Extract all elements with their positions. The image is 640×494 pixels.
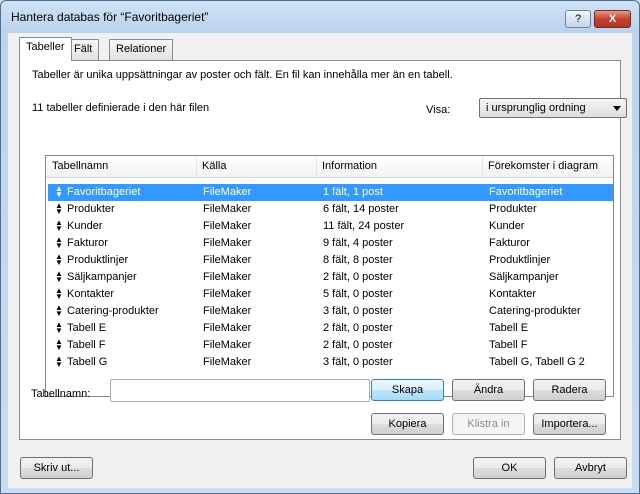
drag-handle-icon[interactable]: ▲ ▼ xyxy=(55,253,63,267)
table-row-source: FileMaker xyxy=(203,220,252,232)
table-name-input[interactable] xyxy=(110,379,370,402)
column-header-source[interactable]: Källa xyxy=(196,160,226,172)
table-row[interactable]: ▲ ▼ Fakturor FileMaker 9 fält, 4 poster Faktu… xyxy=(48,235,613,252)
table-name-label: Tabellnamn: xyxy=(31,388,91,400)
table-row-name: Tabell E xyxy=(67,322,107,334)
table-row-name: Säljkampanjer xyxy=(67,271,137,283)
table-row-information: 1 fält, 1 post xyxy=(323,186,383,198)
view-order-select[interactable]: i ursprunglig ordning xyxy=(479,98,627,118)
change-button[interactable]: Ändra xyxy=(452,379,525,401)
table-row[interactable]: ▲ ▼ Säljkampanjer FileMaker 2 fält, 0 poster… xyxy=(48,269,613,286)
table-row-information: 2 fält, 0 poster xyxy=(323,339,393,351)
table-row-name: Fakturor xyxy=(67,237,108,249)
drag-handle-icon[interactable]: ▲ ▼ xyxy=(55,185,63,199)
table-row-information: 9 fält, 4 poster xyxy=(323,237,393,249)
table-row[interactable]: ▲ ▼ Kunder FileMaker 11 fält, 24 poster Kunde… xyxy=(48,218,613,235)
table-row-name: Produktlinjer xyxy=(67,254,129,266)
view-label: Visa: xyxy=(426,104,451,116)
table-row-name: Kontakter xyxy=(67,288,115,300)
drag-handle-icon[interactable]: ▲ ▼ xyxy=(55,355,63,369)
delete-button[interactable]: Radera xyxy=(533,379,606,401)
table-row[interactable]: ▲ ▼ Produktlinjer FileMaker 8 fält, 8 poster… xyxy=(48,252,613,269)
table-count-text: 11 tabeller definierade i den här filen xyxy=(32,102,210,114)
table-row[interactable]: ▲ ▼ Tabell F FileMaker 2 fält, 0 poster Tabel… xyxy=(48,337,613,354)
table-row[interactable]: ▲ ▼ Tabell E FileMaker 2 fält, 0 poster Tabel… xyxy=(48,320,613,337)
table-row-information: 2 fält, 0 poster xyxy=(323,271,393,283)
table-row[interactable]: ▲ ▼ Kontakter FileMaker 5 fält, 0 poster Kont… xyxy=(48,286,613,303)
table-row-name: Tabell G xyxy=(67,356,108,368)
table-row-source: FileMaker xyxy=(203,237,252,249)
view-order-value: i ursprunglig ordning xyxy=(486,102,586,114)
chevron-down-icon xyxy=(613,106,621,111)
table-row-occurrences: Tabell G, Tabell G 2 xyxy=(489,356,585,368)
create-button[interactable]: Skapa xyxy=(371,379,444,401)
table-row-source: FileMaker xyxy=(203,305,252,317)
paste-button[interactable]: Klistra in xyxy=(452,413,525,435)
table-row-occurrences: Produkter xyxy=(489,203,537,215)
table-row-occurrences: Produktlinjer xyxy=(489,254,551,266)
table-row-source: FileMaker xyxy=(203,288,252,300)
title-bar[interactable]: Hantera databas för “Favoritbageriet” ? … xyxy=(1,1,639,33)
copy-button[interactable]: Kopiera xyxy=(371,413,444,435)
table-row-occurrences: Kontakter xyxy=(489,288,537,300)
table-row-source: FileMaker xyxy=(203,322,252,334)
table-row-occurrences: Kunder xyxy=(489,220,525,232)
tab-relationer[interactable]: Relationer xyxy=(109,39,174,60)
table-row-source: FileMaker xyxy=(203,339,252,351)
table-row-occurrences: Säljkampanjer xyxy=(489,271,559,283)
column-header-name[interactable]: Tabellnamn xyxy=(46,160,108,172)
tab-falt[interactable]: Fält xyxy=(67,39,100,60)
print-button[interactable]: Skriv ut... xyxy=(20,457,93,479)
tab-tabeller[interactable]: Tabeller xyxy=(19,37,72,61)
drag-handle-icon[interactable]: ▲ ▼ xyxy=(55,236,63,250)
table-row-source: FileMaker xyxy=(203,271,252,283)
table-row-information: 5 fält, 0 poster xyxy=(323,288,393,300)
table-row-information: 2 fält, 0 poster xyxy=(323,322,393,334)
dialog-window: Hantera databas för “Favoritbageriet” ? … xyxy=(0,0,640,494)
table-row-source: FileMaker xyxy=(203,254,252,266)
tables-list[interactable]: Tabellnamn Källa Information Förekomster… xyxy=(45,155,614,397)
drag-handle-icon[interactable]: ▲ ▼ xyxy=(55,270,63,284)
help-button[interactable]: ? xyxy=(565,10,591,28)
column-header-occurrences[interactable]: Förekomster i diagram xyxy=(482,160,598,172)
table-row-information: 3 fält, 0 poster xyxy=(323,305,393,317)
drag-handle-icon[interactable]: ▲ ▼ xyxy=(55,219,63,233)
table-row[interactable]: ▲ ▼ Tabell G FileMaker 3 fält, 0 poster Tabel… xyxy=(48,354,613,371)
table-row-occurrences: Favoritbageriet xyxy=(489,186,563,198)
table-row-occurrences: Tabell E xyxy=(489,322,529,334)
table-row-name: Tabell F xyxy=(67,339,106,351)
table-row-information: 3 fält, 0 poster xyxy=(323,356,393,368)
column-header-information[interactable]: Information xyxy=(316,160,377,172)
cancel-button[interactable]: Avbryt xyxy=(554,457,627,479)
ok-button[interactable]: OK xyxy=(473,457,546,479)
table-row-source: FileMaker xyxy=(203,203,252,215)
table-row-occurrences: Tabell F xyxy=(489,339,528,351)
panel-description: Tabeller är unika uppsättningar av poste… xyxy=(32,69,453,81)
import-button[interactable]: Importera... xyxy=(533,413,606,435)
table-row-name: Kunder xyxy=(67,220,103,232)
drag-handle-icon[interactable]: ▲ ▼ xyxy=(55,202,63,216)
table-row-name: Produkter xyxy=(67,203,115,215)
table-row-information: 11 fält, 24 poster xyxy=(323,220,405,232)
drag-handle-icon[interactable]: ▲ ▼ xyxy=(55,321,63,335)
table-row-name: Catering-produkter xyxy=(67,305,159,317)
table-header: Tabellnamn Källa Information Förekomster… xyxy=(46,156,613,178)
table-row-information: 6 fält, 14 poster xyxy=(323,203,399,215)
table-row-occurrences: Fakturor xyxy=(489,237,530,249)
dialog-client-area: Tabeller Fält Relationer Tabeller är uni… xyxy=(8,33,632,488)
table-row-name: Favoritbageriet xyxy=(67,186,141,198)
table-row-source: FileMaker xyxy=(203,186,252,198)
table-row[interactable]: ▲ ▼ Catering-produkter FileMaker 3 fält, 0 p… xyxy=(48,303,613,320)
drag-handle-icon[interactable]: ▲ ▼ xyxy=(55,287,63,301)
table-row-occurrences: Catering-produkter xyxy=(489,305,581,317)
window-title: Hantera databas för “Favoritbageriet” xyxy=(11,10,209,24)
table-row-source: FileMaker xyxy=(203,356,252,368)
table-row[interactable]: ▲ ▼ Favoritbageriet FileMaker 1 fält, 1 post… xyxy=(48,184,613,201)
close-button[interactable]: X xyxy=(594,10,631,28)
drag-handle-icon[interactable]: ▲ ▼ xyxy=(55,338,63,352)
table-row[interactable]: ▲ ▼ Produkter FileMaker 6 fält, 14 poster Pro… xyxy=(48,201,613,218)
drag-handle-icon[interactable]: ▲ ▼ xyxy=(55,304,63,318)
table-row-information: 8 fält, 8 poster xyxy=(323,254,393,266)
